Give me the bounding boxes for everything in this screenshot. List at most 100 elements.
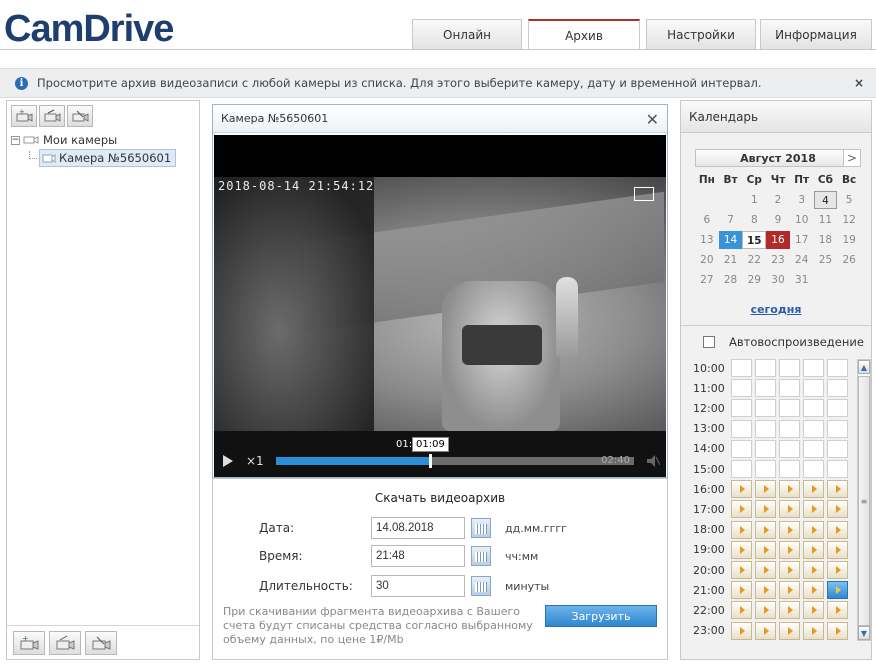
play-segment-icon[interactable] (755, 581, 776, 600)
tab-archive[interactable]: Архив (528, 19, 640, 50)
tab-information[interactable]: Информация (760, 19, 872, 49)
play-segment-icon[interactable] (755, 520, 776, 539)
calendar-day[interactable]: 28 (719, 271, 743, 289)
calendar-day[interactable]: 4 (813, 191, 838, 209)
calendar-day[interactable]: 5 (837, 191, 861, 209)
play-segment-icon[interactable] (779, 540, 800, 559)
play-segment-icon[interactable] (827, 520, 848, 539)
calendar-day[interactable]: 7 (719, 211, 743, 229)
play-segment-icon[interactable] (827, 480, 848, 499)
progress-bar[interactable]: 02:40 (276, 454, 634, 468)
mute-icon[interactable] (646, 455, 660, 467)
play-segment-icon[interactable] (803, 621, 824, 640)
calendar-day[interactable]: 27 (695, 271, 719, 289)
fullscreen-icon[interactable] (634, 187, 654, 201)
calendar-day[interactable]: 13 (695, 231, 719, 249)
selected-camera[interactable]: Камера №5650601 (39, 149, 177, 167)
tree-item-camera[interactable]: Камера №5650601 (29, 149, 177, 167)
play-segment-icon[interactable] (731, 520, 752, 539)
play-segment-icon[interactable] (731, 581, 752, 600)
delete-group-button[interactable] (85, 631, 117, 655)
calendar-day[interactable]: 15 (742, 231, 767, 249)
calendar-day[interactable]: 2 (766, 191, 790, 209)
calendar-day[interactable]: 24 (790, 251, 814, 269)
next-month-button[interactable]: > (843, 149, 861, 167)
close-icon[interactable]: × (854, 76, 864, 90)
play-segment-icon[interactable] (731, 540, 752, 559)
collapse-icon[interactable]: − (11, 135, 20, 145)
calendar-day[interactable]: 19 (837, 231, 861, 249)
play-segment-icon[interactable] (827, 621, 848, 640)
calendar-day[interactable]: 20 (695, 251, 719, 269)
play-segment-icon[interactable] (803, 540, 824, 559)
calendar-day[interactable]: 17 (790, 231, 814, 249)
play-segment-icon[interactable] (803, 601, 824, 620)
video-frame[interactable]: 2018-08-14 21:54:12 (214, 135, 666, 435)
calendar-icon[interactable] (471, 546, 491, 566)
edit-group-button[interactable] (49, 631, 81, 655)
add-camera-button[interactable]: + (11, 105, 37, 127)
progress-handle[interactable] (428, 454, 432, 468)
play-segment-icon[interactable] (731, 500, 752, 519)
today-link[interactable]: сегодня (681, 303, 871, 316)
calendar-day[interactable]: 25 (814, 251, 838, 269)
play-segment-icon[interactable] (755, 601, 776, 620)
play-segment-icon[interactable] (827, 581, 848, 600)
play-segment-icon[interactable] (803, 500, 824, 519)
calendar-day[interactable]: 22 (742, 251, 766, 269)
play-segment-icon[interactable] (731, 601, 752, 620)
play-segment-icon[interactable] (779, 581, 800, 600)
calendar-day[interactable]: 10 (790, 211, 814, 229)
calendar-day[interactable]: 11 (814, 211, 838, 229)
edit-camera-button[interactable] (39, 105, 65, 127)
play-segment-icon[interactable] (731, 561, 752, 579)
play-segment-icon[interactable] (803, 561, 824, 579)
tab-online[interactable]: Онлайн (412, 19, 522, 49)
timeline-scrollbar[interactable]: ▲ ≡ ▼ (857, 359, 871, 641)
play-segment-icon[interactable] (779, 480, 800, 499)
play-segment-icon[interactable] (827, 561, 848, 579)
date-field[interactable] (371, 517, 465, 539)
calendar-day[interactable]: 3 (790, 191, 814, 209)
calendar-icon[interactable] (471, 518, 491, 538)
play-segment-icon[interactable] (755, 480, 776, 499)
play-segment-icon[interactable] (755, 561, 776, 579)
duration-field[interactable] (371, 575, 465, 597)
tree-root[interactable]: − Мои камеры (11, 133, 117, 147)
calendar-icon[interactable] (471, 576, 491, 596)
calendar-day[interactable]: 6 (695, 211, 719, 229)
delete-camera-button[interactable] (67, 105, 93, 127)
play-segment-icon[interactable] (827, 500, 848, 519)
play-segment-icon[interactable] (731, 621, 752, 640)
play-segment-icon[interactable] (755, 621, 776, 640)
tab-settings[interactable]: Настройки (646, 19, 756, 49)
download-button[interactable]: Загрузить (545, 605, 657, 627)
calendar-day[interactable]: 1 (742, 191, 766, 209)
play-segment-icon[interactable] (803, 520, 824, 539)
play-segment-icon[interactable] (779, 601, 800, 620)
play-segment-icon[interactable] (755, 540, 776, 559)
scroll-down-icon[interactable]: ▼ (858, 626, 870, 640)
play-segment-icon[interactable] (779, 621, 800, 640)
add-group-button[interactable]: + (13, 631, 45, 655)
play-segment-icon[interactable] (731, 480, 752, 499)
play-segment-icon[interactable] (779, 520, 800, 539)
calendar-day[interactable]: 23 (766, 251, 790, 269)
calendar-day[interactable]: 12 (837, 211, 861, 229)
play-segment-icon[interactable] (779, 561, 800, 579)
autoplay-checkbox[interactable] (703, 336, 715, 348)
play-segment-icon[interactable] (755, 500, 776, 519)
speed-label[interactable]: ×1 (246, 454, 264, 468)
time-field[interactable] (371, 545, 465, 567)
calendar-day[interactable]: 21 (719, 251, 743, 269)
play-segment-icon[interactable] (827, 601, 848, 620)
play-segment-icon[interactable] (803, 480, 824, 499)
play-segment-icon[interactable] (827, 540, 848, 559)
close-icon[interactable]: ✕ (646, 110, 659, 129)
calendar-day[interactable]: 14 (718, 231, 743, 249)
calendar-day[interactable]: 18 (814, 231, 838, 249)
calendar-day[interactable]: 26 (837, 251, 861, 269)
play-icon[interactable] (222, 455, 234, 467)
calendar-day[interactable]: 31 (790, 271, 814, 289)
play-segment-icon[interactable] (779, 500, 800, 519)
